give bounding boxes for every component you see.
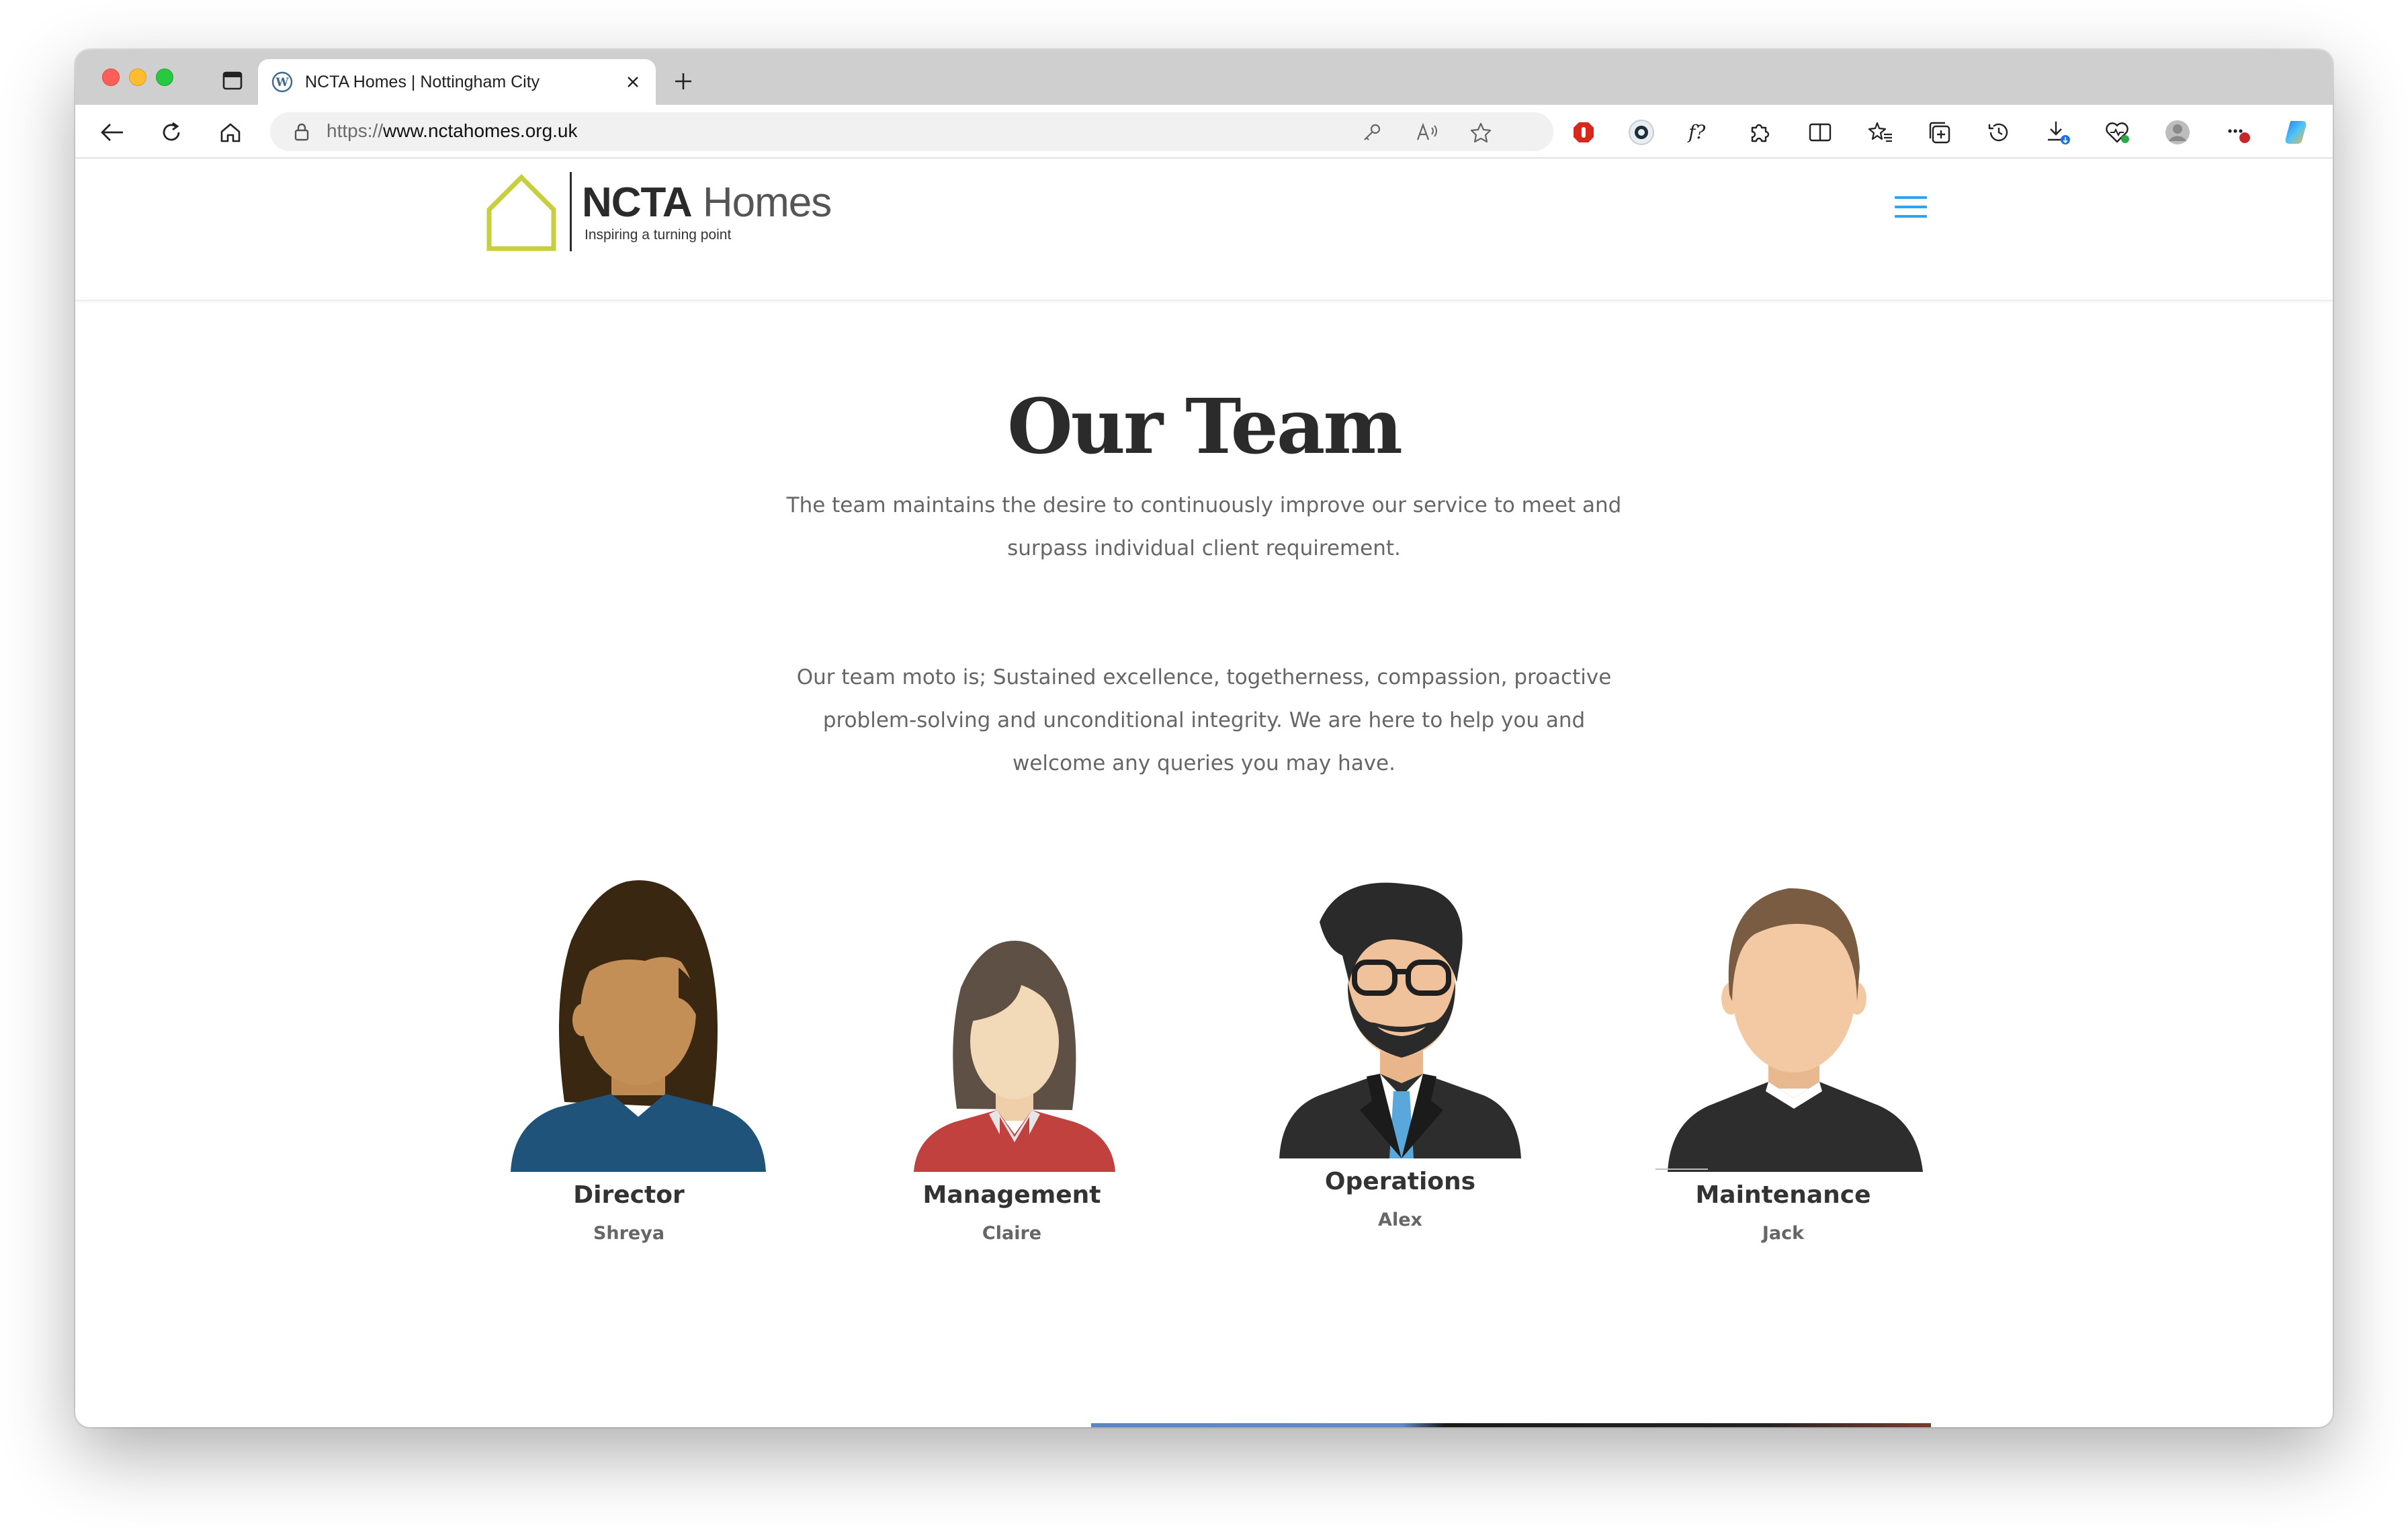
member-role: Management [922, 1181, 1101, 1209]
favorite-star-icon[interactable] [1467, 119, 1494, 146]
logo-divider [570, 172, 572, 251]
main-content: Our Team The team maintains the desire t… [75, 302, 2333, 1427]
member-role: Director [573, 1181, 685, 1209]
member-name: Alex [1378, 1209, 1422, 1230]
team-member-card: Operations Alex [1259, 880, 1541, 1230]
url-text[interactable]: https://www.nctahomes.org.uk [327, 120, 578, 142]
next-section-heading-cropped [486, 1426, 1091, 1427]
downloads-icon[interactable] [2042, 117, 2073, 148]
brand-tagline: Inspiring a turning point [585, 227, 732, 243]
copilot-icon[interactable] [2280, 117, 2311, 148]
extension-circle-icon[interactable] [1626, 117, 1657, 148]
close-window-button[interactable] [102, 69, 120, 86]
read-aloud-icon[interactable] [1414, 119, 1440, 146]
browser-window: W NCTA Homes | Nottingham City https://w… [75, 50, 2333, 1427]
address-bar[interactable]: https://www.nctahomes.org.uk [270, 112, 1553, 151]
close-tab-icon[interactable] [622, 71, 644, 93]
back-icon[interactable] [97, 117, 128, 148]
director-avatar [511, 880, 766, 1172]
site-logo[interactable]: NCTA Homes Inspiring a turning point [484, 172, 847, 259]
team-intro-text: The team maintains the desire to continu… [786, 493, 1622, 560]
page-title: Our Team [1007, 383, 1403, 471]
member-name: Shreya [593, 1223, 665, 1244]
tab-strip: W NCTA Homes | Nottingham City [75, 50, 2333, 105]
member-name: Claire [982, 1223, 1042, 1244]
brand-name-bold: NCTA [582, 179, 693, 226]
member-name: Jack [1762, 1223, 1805, 1244]
url-protocol: https:// [327, 120, 384, 141]
team-member-card: Maintenance Jack [1642, 880, 1924, 1244]
member-role: Operations [1324, 1168, 1476, 1195]
member-role: Maintenance [1695, 1181, 1871, 1209]
history-icon[interactable] [1983, 117, 2014, 148]
split-screen-icon[interactable] [1805, 117, 1836, 148]
key-icon[interactable] [1359, 119, 1385, 146]
brand-name-light: Homes [691, 179, 832, 226]
new-tab-button[interactable] [666, 65, 700, 98]
house-logo-icon [486, 174, 556, 251]
next-section-image-cropped [1091, 1423, 1931, 1427]
svg-text:f?: f? [1687, 121, 1706, 143]
svg-text:W: W [275, 76, 289, 89]
operations-avatar [1279, 882, 1521, 1158]
site-header: NCTA Homes Inspiring a turning point [75, 159, 2333, 301]
team-member-card: Management Claire [871, 880, 1153, 1244]
more-menu-icon[interactable] [2223, 117, 2253, 148]
adblock-extension-icon[interactable] [1568, 117, 1599, 148]
team-moto-text: Our team moto is; Sustained excellence, … [796, 665, 1612, 775]
tab-title: NCTA Homes | Nottingham City [305, 72, 540, 91]
tab-actions-icon[interactable] [214, 66, 251, 95]
minimize-window-button[interactable] [129, 69, 146, 86]
reload-icon[interactable] [156, 117, 187, 148]
browser-toolbar: https://www.nctahomes.org.uk f? [75, 105, 2333, 159]
browser-tab-active[interactable]: W NCTA Homes | Nottingham City [258, 59, 656, 105]
profile-avatar-icon[interactable] [2162, 117, 2193, 148]
management-avatar [914, 941, 1115, 1172]
formula-extension-icon[interactable]: f? [1685, 117, 1716, 148]
lock-icon[interactable] [292, 122, 312, 142]
url-host: www.nctahomes.org.uk [383, 120, 578, 141]
wordpress-icon: W [271, 71, 293, 93]
maintenance-avatar [1656, 888, 1923, 1172]
extensions-puzzle-icon[interactable] [1744, 117, 1775, 148]
zoom-window-button[interactable] [156, 69, 173, 86]
home-icon[interactable] [215, 117, 246, 148]
team-member-card: Director Shreya [488, 880, 770, 1244]
menu-hamburger-icon[interactable] [1895, 196, 1927, 223]
favorites-icon[interactable] [1865, 117, 1896, 148]
brand-name: NCTA Homes [582, 179, 832, 226]
collections-icon[interactable] [1924, 117, 1955, 148]
browser-essentials-icon[interactable] [2102, 117, 2133, 148]
